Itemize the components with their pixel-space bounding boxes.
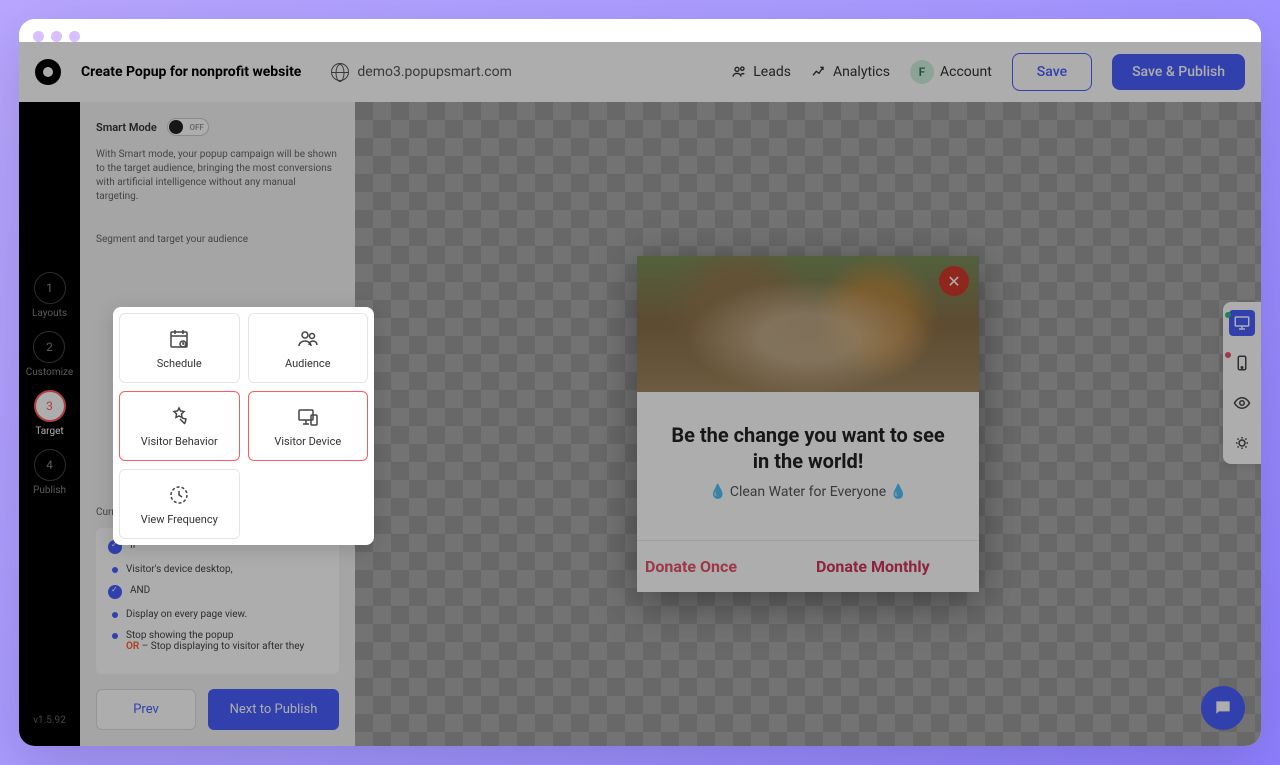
status-dot-icon (1225, 352, 1231, 358)
chat-icon (1213, 698, 1233, 718)
target-visitor-device-card[interactable]: Visitor Device (248, 391, 369, 461)
preview-settings-button[interactable] (1229, 430, 1255, 456)
domain-text: demo3.popupsmart.com (357, 64, 512, 80)
step-target[interactable]: 3 Target (34, 390, 66, 437)
traffic-light-min[interactable] (51, 31, 62, 42)
app-logo (35, 59, 61, 85)
rule-check-icon (108, 585, 122, 599)
prev-button[interactable]: Prev (96, 689, 196, 730)
popup-preview: ✕ Be the change you want to see in the w… (637, 256, 979, 592)
window-controls (19, 19, 1261, 42)
device-rail (1223, 302, 1261, 464)
donate-once-button[interactable]: Donate Once (637, 541, 808, 592)
app-window: Create Popup for nonprofit website demo3… (19, 19, 1261, 746)
target-visitor-behavior-card[interactable]: Visitor Behavior (119, 391, 240, 461)
status-dot-icon (1225, 312, 1231, 318)
chat-button[interactable] (1201, 686, 1245, 730)
nav-analytics[interactable]: Analytics (811, 64, 890, 80)
save-button[interactable]: Save (1012, 53, 1092, 91)
popup-subheading: 💧 Clean Water for Everyone 💧 (661, 484, 955, 500)
globe-icon (331, 63, 349, 81)
avatar: F (910, 60, 934, 84)
donate-monthly-button[interactable]: Donate Monthly (808, 541, 979, 592)
calendar-icon (167, 327, 191, 351)
steps-rail: 1 Layouts 2 Customize 3 Target 4 Publish… (19, 102, 80, 746)
audience-icon (296, 327, 320, 351)
nav-account[interactable]: F Account (910, 60, 992, 84)
nav-leads[interactable]: Leads (731, 64, 791, 80)
display-rules: IF Visitor's device desktop, AND Display… (96, 528, 339, 674)
topbar: Create Popup for nonprofit website demo3… (19, 42, 1261, 102)
target-schedule-card[interactable]: Schedule (119, 313, 240, 383)
rule-bullet-icon (112, 567, 118, 573)
eye-icon (1233, 394, 1251, 412)
desktop-icon (1233, 314, 1251, 332)
target-audience-card[interactable]: Audience (248, 313, 369, 383)
step-customize[interactable]: 2 Customize (26, 331, 73, 378)
step-layouts[interactable]: 1 Layouts (32, 272, 67, 319)
frequency-icon (167, 483, 191, 507)
smart-mode-label: Smart Mode (96, 121, 157, 134)
smart-mode-description: With Smart mode, your popup campaign wil… (96, 148, 339, 204)
traffic-light-max[interactable] (69, 31, 80, 42)
page-title: Create Popup for nonprofit website (81, 64, 301, 80)
rule-bullet-icon (112, 633, 118, 639)
popup-heading: Be the change you want to see in the wor… (661, 422, 955, 474)
preview-visibility-button[interactable] (1229, 390, 1255, 416)
next-button[interactable]: Next to Publish (208, 689, 339, 730)
mobile-icon (1233, 354, 1251, 372)
save-publish-button[interactable]: Save & Publish (1112, 54, 1245, 90)
target-view-frequency-card[interactable]: View Frequency (119, 469, 240, 539)
device-icon (296, 405, 320, 429)
device-mobile-button[interactable] (1229, 350, 1255, 376)
rule-bullet-icon (112, 612, 118, 618)
smart-mode-toggle[interactable]: OFF (167, 118, 209, 136)
segment-heading: Segment and target your audience (96, 234, 339, 245)
step-publish[interactable]: 4 Publish (33, 449, 66, 496)
preview-canvas: ✕ Be the change you want to see in the w… (355, 102, 1261, 746)
popup-image: ✕ (637, 256, 979, 392)
domain-display[interactable]: demo3.popupsmart.com (331, 63, 512, 81)
targeting-flyout: Schedule Audience Visitor Behavior Visit… (113, 307, 374, 545)
version-label: v1.5.92 (33, 715, 66, 726)
device-desktop-button[interactable] (1229, 310, 1255, 336)
behavior-icon (167, 405, 191, 429)
popup-close-button[interactable]: ✕ (939, 266, 969, 296)
bug-icon (1233, 434, 1251, 452)
analytics-icon (811, 64, 827, 80)
leads-icon (731, 64, 747, 80)
traffic-light-close[interactable] (33, 31, 44, 42)
